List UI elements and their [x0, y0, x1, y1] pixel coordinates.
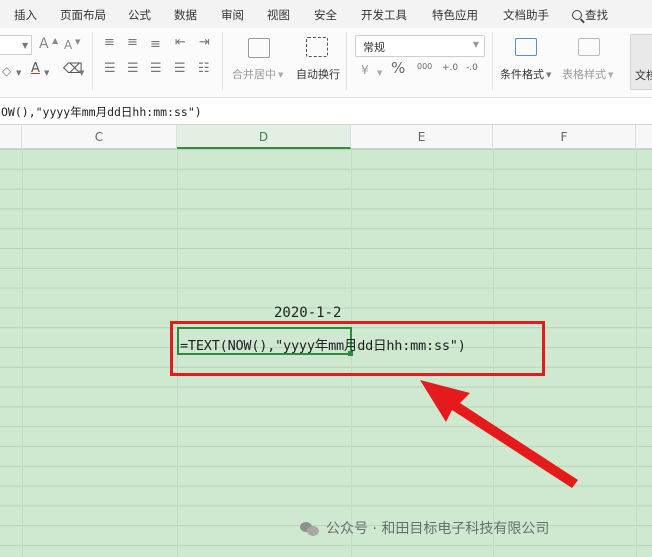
grid-column-line [636, 149, 637, 557]
grid-column-line [22, 149, 23, 557]
table-style-button[interactable]: 表格样式 [562, 66, 606, 82]
wechat-icon [300, 520, 320, 536]
watermark-text: 公众号 · 和田目标电子科技有限公司 [326, 521, 550, 537]
conditional-format-icon [515, 38, 537, 56]
font-grow-icon[interactable]: A [39, 37, 49, 51]
indent-increase-icon[interactable]: ⇥ [199, 36, 210, 50]
ribbon-separator [92, 32, 93, 90]
chevron-down-icon: ▼ [608, 71, 614, 79]
column-header-e[interactable]: E [351, 125, 493, 149]
column-header-f[interactable]: F [493, 125, 636, 149]
tab-data[interactable]: 数据 [174, 7, 197, 23]
tab-search[interactable]: 查找 [572, 7, 608, 23]
tab-view[interactable]: 视图 [267, 7, 290, 23]
document-button[interactable]: 文档 [630, 34, 652, 90]
column-header-c[interactable]: C [22, 125, 177, 149]
currency-icon[interactable]: ¥ [361, 63, 369, 77]
font-shrink-arrow-icon: ▼ [75, 38, 81, 46]
font-color-icon[interactable]: A [31, 62, 40, 76]
search-label: 查找 [585, 8, 608, 22]
chevron-down-icon: ▼ [79, 69, 85, 77]
column-header-d[interactable]: D [177, 125, 351, 149]
wrap-text-icon [306, 37, 328, 57]
chevron-down-icon: ▼ [278, 71, 284, 79]
conditional-format-button[interactable]: 条件格式 [500, 66, 544, 82]
distributed-align-icon[interactable]: ☷ [198, 62, 210, 76]
align-center-icon[interactable]: ☰ [127, 62, 139, 76]
thousand-separator-button[interactable]: 000 [417, 60, 432, 74]
document-label: 文档 [635, 69, 652, 82]
align-right-icon[interactable]: ☰ [150, 62, 162, 76]
annotation-highlight-box [170, 321, 545, 376]
column-header-row: C D E F [0, 125, 652, 149]
tab-developer[interactable]: 开发工具 [361, 7, 407, 23]
align-middle-icon[interactable]: ≡ [127, 36, 138, 50]
chevron-down-icon: ▼ [546, 71, 552, 79]
wrap-text-button[interactable]: 自动换行 [296, 66, 340, 82]
number-format-select[interactable]: 常规 ▼ [355, 35, 485, 57]
watermark: 公众号 · 和田目标电子科技有限公司 [300, 518, 549, 538]
decimal-increase-button[interactable]: +.0 [442, 61, 458, 75]
ribbon-toolbar: ▼ A ▲ A ▼ ◇ ▼ A ▼ ⌫ ▼ ≡ ≡ ≡ ⇤ ⇥ ☰ ☰ ☰ ☰ … [0, 28, 652, 98]
chevron-down-icon: ▼ [16, 69, 22, 77]
tab-review[interactable]: 审阅 [221, 7, 244, 23]
align-left-icon[interactable]: ☰ [104, 62, 116, 76]
tab-doc-assistant[interactable]: 文档助手 [503, 7, 549, 23]
tab-special-apps[interactable]: 特色应用 [432, 7, 478, 23]
font-shrink-icon[interactable]: A [64, 38, 72, 52]
ribbon-separator [492, 32, 493, 90]
align-top-icon[interactable]: ≡ [104, 36, 115, 50]
decimal-decrease-button[interactable]: -.0 [466, 61, 478, 75]
font-grow-arrow-icon: ▲ [52, 36, 59, 45]
percent-button[interactable]: % [391, 61, 405, 76]
ribbon-separator [222, 32, 223, 90]
tab-security[interactable]: 安全 [314, 7, 337, 23]
align-justify-icon[interactable]: ☰ [174, 62, 186, 76]
chevron-down-icon: ▼ [44, 69, 50, 77]
merge-center-icon [248, 38, 270, 58]
chevron-down-icon: ▼ [22, 41, 29, 50]
cell-d-date[interactable]: 2020-1-2 [274, 305, 341, 321]
align-bottom-icon[interactable]: ≡ [150, 38, 161, 52]
ribbon-separator [346, 32, 347, 90]
tab-insert[interactable]: 插入 [14, 7, 37, 23]
tab-page-layout[interactable]: 页面布局 [60, 7, 106, 23]
chevron-down-icon: ▼ [377, 69, 383, 77]
formula-bar-content: OW(),"yyyy年mm月dd日hh:mm:ss") [1, 105, 202, 119]
indent-decrease-icon[interactable]: ⇤ [175, 36, 186, 50]
number-format-value: 常规 [363, 41, 385, 54]
column-header-b[interactable] [0, 125, 22, 149]
font-size-box[interactable]: ▼ [0, 35, 32, 55]
table-style-icon [578, 38, 600, 56]
ribbon-tabs: 插入 页面布局 公式 数据 审阅 视图 安全 开发工具 特色应用 文档助手 查找 [0, 0, 652, 28]
chevron-down-icon: ▼ [472, 40, 479, 49]
tab-formulas[interactable]: 公式 [128, 7, 151, 23]
merge-center-button[interactable]: 合并居中 [232, 66, 276, 82]
fill-color-icon[interactable]: ◇ [2, 64, 11, 78]
search-icon [572, 10, 582, 20]
formula-bar[interactable]: OW(),"yyyy年mm月dd日hh:mm:ss") [0, 98, 652, 125]
